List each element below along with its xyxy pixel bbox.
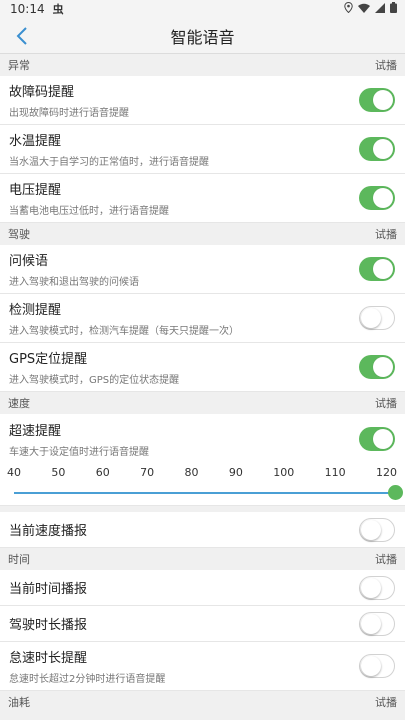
section-header-driving: 驾驶 试播 xyxy=(0,223,405,245)
toggle-switch[interactable] xyxy=(359,517,395,542)
toggle-switch[interactable] xyxy=(359,611,395,636)
setting-title: 驾驶时长播报 xyxy=(9,618,88,633)
tick-label: 80 xyxy=(184,465,199,479)
setting-row-overspeed: 超速提醒 车速大于设定值时进行语音提醒 xyxy=(0,414,405,463)
status-time: 10:14 xyxy=(10,2,45,16)
chevron-left-icon xyxy=(16,27,27,45)
speed-block: 超速提醒 车速大于设定值时进行语音提醒 40 50 60 70 80 90 10… xyxy=(0,414,405,506)
toggle-switch[interactable] xyxy=(359,355,395,379)
setting-desc: 当蓄电池电压过低时，进行语音提醒 xyxy=(9,206,169,217)
setting-desc: 进入驾驶模式时，GPS的定位状态提醒 xyxy=(9,375,180,386)
toggle-switch[interactable] xyxy=(359,654,395,678)
try-play-button[interactable]: 试播 xyxy=(375,395,397,411)
try-play-button[interactable]: 试播 xyxy=(375,57,397,73)
setting-desc: 当水温大于自学习的正常值时，进行语音提醒 xyxy=(9,157,209,168)
section-label: 异常 xyxy=(8,59,30,72)
section-header-abnormal: 异常 试播 xyxy=(0,54,405,76)
toggle-switch[interactable] xyxy=(359,306,395,330)
back-button[interactable] xyxy=(4,18,40,54)
setting-row-drive-duration: 驾驶时长播报 xyxy=(0,606,405,642)
toggle-switch[interactable] xyxy=(359,137,395,161)
speed-ticks: 40 50 60 70 80 90 100 110 120 xyxy=(0,463,405,481)
status-bar: 10:14 虫 xyxy=(0,0,405,18)
setting-title: 当前时间播报 xyxy=(9,582,88,597)
slider-track xyxy=(14,492,397,494)
setting-row-gps: GPS定位提醒 进入驾驶模式时，GPS的定位状态提醒 xyxy=(0,343,405,392)
toggle-switch[interactable] xyxy=(359,257,395,281)
tick-label: 110 xyxy=(324,465,346,479)
setting-title: 问候语 xyxy=(9,254,49,269)
setting-title: 水温提醒 xyxy=(9,134,62,149)
setting-desc: 出现故障码时进行语音提醒 xyxy=(9,108,129,119)
setting-title: GPS定位提醒 xyxy=(9,352,88,367)
section-header-speed: 速度 试播 xyxy=(0,392,405,414)
setting-row-greeting: 问候语 进入驾驶和退出驾驶的问候语 xyxy=(0,245,405,294)
tick-label: 60 xyxy=(95,465,110,479)
setting-title: 电压提醒 xyxy=(9,183,62,198)
setting-row-voltage: 电压提醒 当蓄电池电压过低时，进行语音提醒 xyxy=(0,174,405,223)
section-label: 油耗 xyxy=(8,696,30,709)
setting-row-water-temp: 水温提醒 当水温大于自学习的正常值时，进行语音提醒 xyxy=(0,125,405,174)
setting-desc: 怠速时长超过2分钟时进行语音提醒 xyxy=(9,674,166,685)
page-title: 智能语音 xyxy=(170,27,235,47)
try-play-button[interactable]: 试播 xyxy=(375,694,397,710)
setting-title: 检测提醒 xyxy=(9,303,62,318)
speed-slider[interactable] xyxy=(14,481,403,505)
section-header-fuel: 油耗 试播 xyxy=(0,691,405,713)
title-bar: 智能语音 xyxy=(0,18,405,54)
signal-icon xyxy=(375,2,385,16)
section-label: 速度 xyxy=(8,397,30,410)
setting-title: 超速提醒 xyxy=(9,423,62,439)
toggle-switch[interactable] xyxy=(359,426,395,451)
tick-label: 50 xyxy=(51,465,66,479)
setting-row-current-time: 当前时间播报 xyxy=(0,570,405,606)
tick-label: 70 xyxy=(140,465,155,479)
section-header-time: 时间 试播 xyxy=(0,548,405,570)
setting-row-current-speed: 当前速度播报 xyxy=(0,512,405,548)
setting-row-check-reminder: 检测提醒 进入驾驶模式时，检测汽车提醒（每天只提醒一次） xyxy=(0,294,405,343)
bug-icon: 虫 xyxy=(52,3,64,16)
try-play-button[interactable]: 试播 xyxy=(375,551,397,567)
wifi-icon xyxy=(358,3,370,16)
tick-label: 120 xyxy=(376,465,397,479)
try-play-button[interactable]: 试播 xyxy=(375,226,397,242)
slider-thumb[interactable] xyxy=(388,485,403,500)
setting-desc: 进入驾驶和退出驾驶的问候语 xyxy=(9,277,139,288)
setting-desc: 车速大于设定值时进行语音提醒 xyxy=(9,446,149,458)
location-icon xyxy=(344,1,353,16)
setting-row-idle: 怠速时长提醒 怠速时长超过2分钟时进行语音提醒 xyxy=(0,642,405,691)
setting-desc: 进入驾驶模式时，检测汽车提醒（每天只提醒一次） xyxy=(9,326,239,337)
toggle-switch[interactable] xyxy=(359,186,395,210)
battery-icon xyxy=(390,2,397,16)
toggle-switch[interactable] xyxy=(359,575,395,600)
tick-label: 90 xyxy=(228,465,243,479)
setting-title: 故障码提醒 xyxy=(9,85,75,100)
setting-title: 当前速度播报 xyxy=(9,524,88,539)
setting-row-fault-code: 故障码提醒 出现故障码时进行语音提醒 xyxy=(0,76,405,125)
section-label: 驾驶 xyxy=(8,228,30,241)
section-label: 时间 xyxy=(8,553,30,566)
toggle-switch[interactable] xyxy=(359,88,395,112)
tick-label: 40 xyxy=(7,465,21,479)
setting-title: 怠速时长提醒 xyxy=(9,651,88,666)
tick-label: 100 xyxy=(273,465,295,479)
